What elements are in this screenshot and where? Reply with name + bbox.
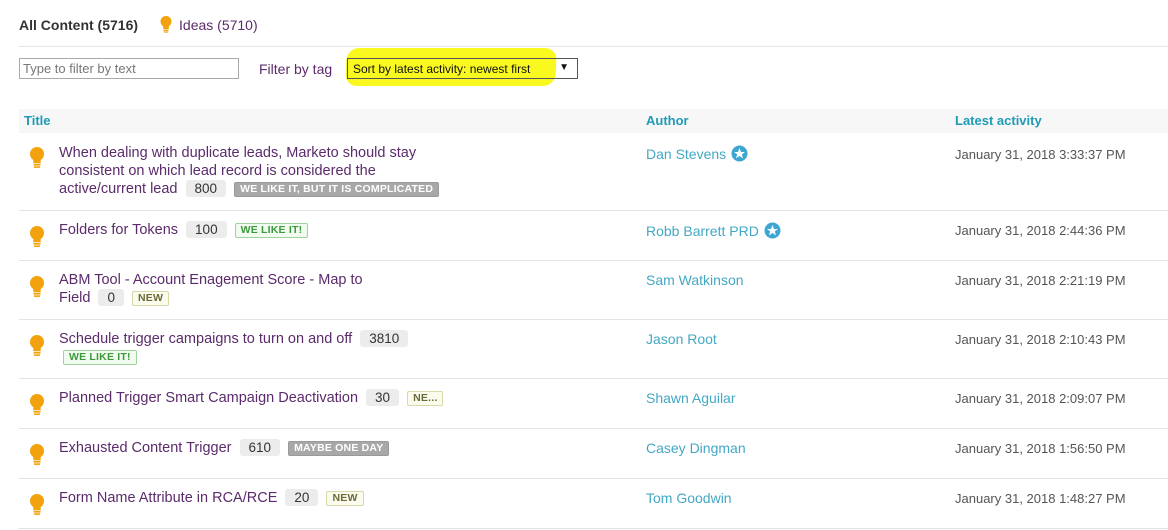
vote-count: 30: [366, 389, 400, 406]
author-name-link[interactable]: Tom Goodwin: [646, 490, 732, 506]
table-row: When dealing with duplicate leads, Marke…: [19, 135, 1168, 211]
column-header-latest-activity[interactable]: Latest activity: [955, 113, 1042, 128]
column-header-title[interactable]: Title: [24, 113, 51, 128]
lightbulb-icon: [30, 394, 44, 415]
latest-activity-date: January 31, 2018 2:10:43 PM: [955, 332, 1126, 347]
vote-count: 800: [185, 180, 227, 197]
table-row: Folders for Tokens 100 WE LIKE IT! Robb …: [19, 212, 1168, 261]
author-cell[interactable]: Sam Watkinson: [646, 272, 744, 288]
content-tabs: All Content (5716) Ideas (5710): [19, 14, 258, 36]
table-row: ABM Tool - Account Enagement Score - Map…: [19, 262, 1168, 320]
idea-title-link[interactable]: Schedule trigger campaigns to turn on an…: [59, 331, 352, 347]
vote-count: 3810: [360, 330, 409, 347]
author-name-link[interactable]: Robb Barrett PRD: [646, 223, 759, 239]
star-badge-icon: [731, 145, 748, 162]
text-filter-input[interactable]: [19, 58, 239, 79]
author-cell[interactable]: Dan Stevens: [646, 145, 748, 162]
latest-activity-date: January 31, 2018 3:33:37 PM: [955, 147, 1126, 162]
idea-title-cell: When dealing with duplicate leads, Marke…: [59, 144, 459, 198]
table-row: Schedule trigger campaigns to turn on an…: [19, 321, 1168, 379]
author-cell[interactable]: Tom Goodwin: [646, 490, 732, 506]
star-badge-icon: [764, 222, 781, 239]
idea-title-cell: Folders for Tokens 100 WE LIKE IT!: [59, 221, 459, 239]
author-name-link[interactable]: Casey Dingman: [646, 440, 746, 456]
idea-title-link[interactable]: Exhausted Content Trigger: [59, 440, 232, 456]
sort-select-value: Sort by latest activity: newest first: [353, 61, 531, 76]
lightbulb-icon: [30, 444, 44, 465]
lightbulb-icon: [30, 147, 44, 168]
author-cell[interactable]: Casey Dingman: [646, 440, 746, 456]
dropdown-caret-icon: ▼: [559, 62, 569, 73]
status-badge: NEW: [326, 491, 364, 506]
idea-title-link[interactable]: Folders for Tokens: [59, 222, 178, 238]
idea-title-cell: Form Name Attribute in RCA/RCE 20 NEW: [59, 489, 459, 507]
latest-activity-date: January 31, 2018 1:56:50 PM: [955, 441, 1126, 456]
author-cell[interactable]: Shawn Aguilar: [646, 390, 736, 406]
latest-activity-date: January 31, 2018 2:44:36 PM: [955, 223, 1126, 238]
lightbulb-icon: [30, 276, 44, 297]
status-badge: MAYBE ONE DAY: [288, 441, 390, 456]
vote-count: 610: [239, 439, 281, 456]
author-cell[interactable]: Jason Root: [646, 331, 717, 347]
filter-by-tag-link[interactable]: Filter by tag: [259, 61, 332, 77]
status-badge: NE...: [407, 391, 444, 406]
latest-activity-date: January 31, 2018 1:48:27 PM: [955, 491, 1126, 506]
status-badge: WE LIKE IT!: [234, 223, 309, 238]
lightbulb-icon: [30, 226, 44, 247]
latest-activity-date: January 31, 2018 2:21:19 PM: [955, 273, 1126, 288]
idea-title-link[interactable]: Form Name Attribute in RCA/RCE: [59, 490, 277, 506]
tab-all-content[interactable]: All Content (5716): [19, 17, 138, 33]
author-name-link[interactable]: Shawn Aguilar: [646, 390, 736, 406]
idea-title-cell: Schedule trigger campaigns to turn on an…: [59, 330, 464, 366]
status-badge: WE LIKE IT, BUT IT IS COMPLICATED: [234, 182, 440, 197]
idea-title-cell: Exhausted Content Trigger 610 MAYBE ONE …: [59, 439, 459, 457]
table-row: Exhausted Content Trigger 610 MAYBE ONE …: [19, 430, 1168, 479]
author-name-link[interactable]: Jason Root: [646, 331, 717, 347]
tab-ideas-label: Ideas (5710): [179, 17, 258, 33]
vote-count: 0: [98, 289, 124, 306]
vote-count: 20: [285, 489, 319, 506]
vote-count: 100: [186, 221, 227, 238]
author-name-link[interactable]: Dan Stevens: [646, 146, 726, 162]
author-name-link[interactable]: Sam Watkinson: [646, 272, 744, 288]
status-badge: NEW: [132, 291, 170, 306]
table-header: Title Author Latest activity: [19, 109, 1168, 133]
header-divider: [19, 46, 1168, 47]
lightbulb-icon: [30, 494, 44, 515]
idea-title-cell: Planned Trigger Smart Campaign Deactivat…: [59, 389, 479, 407]
table-row: Planned Trigger Smart Campaign Deactivat…: [19, 380, 1168, 429]
author-cell[interactable]: Robb Barrett PRD: [646, 222, 781, 239]
latest-activity-date: January 31, 2018 2:09:07 PM: [955, 391, 1126, 406]
column-header-author[interactable]: Author: [646, 113, 689, 128]
tab-ideas[interactable]: Ideas (5710): [160, 16, 258, 34]
lightbulb-icon: [30, 335, 44, 356]
status-badge: WE LIKE IT!: [63, 350, 137, 365]
sort-select[interactable]: Sort by latest activity: newest first ▼: [347, 58, 578, 79]
lightbulb-icon: [160, 16, 172, 33]
idea-title-link[interactable]: Planned Trigger Smart Campaign Deactivat…: [59, 390, 358, 406]
table-row: Form Name Attribute in RCA/RCE 20 NEW To…: [19, 480, 1168, 529]
idea-title-cell: ABM Tool - Account Enagement Score - Map…: [59, 271, 394, 307]
